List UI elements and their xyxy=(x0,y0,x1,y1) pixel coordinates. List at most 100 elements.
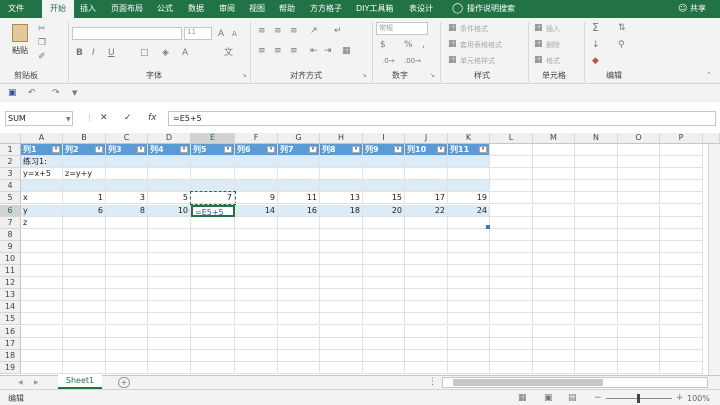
menu-data[interactable]: 数据 xyxy=(188,0,204,18)
insert-function-button[interactable]: fx xyxy=(148,113,157,123)
cell-g10[interactable] xyxy=(278,252,320,265)
cell-p15[interactable] xyxy=(660,313,703,326)
cell-a6[interactable]: y xyxy=(21,204,63,217)
menu-home[interactable]: 开始 xyxy=(42,0,74,18)
cell-g14[interactable] xyxy=(278,301,320,314)
cell-o17[interactable] xyxy=(618,337,660,350)
cell-g13[interactable] xyxy=(278,289,320,302)
cell-e6[interactable]: =E5+5 xyxy=(191,204,235,217)
cancel-button[interactable]: ✕ xyxy=(100,113,108,123)
cell-h1[interactable]: 列8 ▾ xyxy=(320,144,363,157)
cell-l10[interactable] xyxy=(490,252,533,265)
cell-l7[interactable] xyxy=(490,216,533,229)
cell-g12[interactable] xyxy=(278,277,320,290)
cell-m15[interactable] xyxy=(533,313,575,326)
cell-l12[interactable] xyxy=(490,277,533,290)
format-as-table-icon[interactable]: ▦ xyxy=(448,39,457,49)
cell-i16[interactable] xyxy=(363,325,405,338)
menu-file[interactable]: 文件 xyxy=(8,0,24,18)
zoom-in-icon[interactable]: + xyxy=(676,393,684,403)
clear-icon[interactable]: ◆ xyxy=(592,56,599,66)
cell-a2[interactable]: 练习1: xyxy=(21,156,63,169)
cell-j5[interactable]: 17 xyxy=(405,192,448,205)
align-right-icon[interactable]: ≡ xyxy=(290,46,298,56)
filter-dropdown-icon[interactable]: ▾ xyxy=(437,146,445,153)
cell-l13[interactable] xyxy=(490,289,533,302)
filter-dropdown-icon[interactable]: ▾ xyxy=(394,146,402,153)
cell-k1[interactable]: 列11 ▾ xyxy=(448,144,490,157)
menu-ffgz[interactable]: 方方格子 xyxy=(310,0,342,18)
cell-p10[interactable] xyxy=(660,252,703,265)
undo-icon[interactable]: ↶ xyxy=(28,88,36,98)
cell-g6[interactable]: 16 xyxy=(278,204,320,217)
cell-b7[interactable] xyxy=(63,216,106,229)
cell-j12[interactable] xyxy=(405,277,448,290)
cell-o12[interactable] xyxy=(618,277,660,290)
cell-d6[interactable]: 10 xyxy=(148,204,191,217)
cell-b18[interactable] xyxy=(63,349,106,362)
cell-p12[interactable] xyxy=(660,277,703,290)
cell-p2[interactable] xyxy=(660,156,703,169)
horizontal-scrollbar[interactable] xyxy=(442,377,708,388)
cell-d15[interactable] xyxy=(148,313,191,326)
cell-h7[interactable] xyxy=(320,216,363,229)
wrap-text-icon[interactable]: ↵ xyxy=(334,26,342,36)
cell-g19[interactable] xyxy=(278,361,320,374)
filter-dropdown-icon[interactable]: ▾ xyxy=(95,146,103,153)
cell-j10[interactable] xyxy=(405,252,448,265)
percent-button[interactable]: % xyxy=(404,40,413,50)
cell-p1[interactable] xyxy=(660,144,703,157)
font-color-icon[interactable]: A xyxy=(182,48,188,58)
row-header-12[interactable]: 12 xyxy=(0,277,21,290)
row-header-16[interactable]: 16 xyxy=(0,325,21,338)
cell-j15[interactable] xyxy=(405,313,448,326)
cell-c6[interactable]: 8 xyxy=(106,204,148,217)
cell-g5[interactable]: 11 xyxy=(278,192,320,205)
insert-cells-icon[interactable]: ▦ xyxy=(534,23,543,33)
cell-o13[interactable] xyxy=(618,289,660,302)
cell-n17[interactable] xyxy=(575,337,618,350)
cell-m2[interactable] xyxy=(533,156,575,169)
cell-b9[interactable] xyxy=(63,240,106,253)
cell-e12[interactable] xyxy=(191,277,235,290)
cell-e2[interactable] xyxy=(191,156,235,169)
cell-e4[interactable] xyxy=(191,180,235,193)
cell-c2[interactable] xyxy=(106,156,148,169)
cell-f12[interactable] xyxy=(235,277,278,290)
cell-a3[interactable]: y=x+5 xyxy=(21,168,63,181)
cell-p18[interactable] xyxy=(660,349,703,362)
cell-m16[interactable] xyxy=(533,325,575,338)
share-button[interactable]: 共享 xyxy=(690,0,706,18)
cell-l17[interactable] xyxy=(490,337,533,350)
cell-m9[interactable] xyxy=(533,240,575,253)
font-shrink-icon[interactable]: A xyxy=(232,29,237,39)
cell-i19[interactable] xyxy=(363,361,405,374)
cell-g9[interactable] xyxy=(278,240,320,253)
cell-l8[interactable] xyxy=(490,228,533,241)
row-header-4[interactable]: 4 xyxy=(0,180,21,193)
cell-e9[interactable] xyxy=(191,240,235,253)
cell-d12[interactable] xyxy=(148,277,191,290)
cell-m3[interactable] xyxy=(533,168,575,181)
cell-i9[interactable] xyxy=(363,240,405,253)
cell-a5[interactable]: x xyxy=(21,192,63,205)
row-header-10[interactable]: 10 xyxy=(0,252,21,265)
menu-review[interactable]: 审阅 xyxy=(219,0,235,18)
cell-i10[interactable] xyxy=(363,252,405,265)
cell-b12[interactable] xyxy=(63,277,106,290)
cell-b2[interactable] xyxy=(63,156,106,169)
menu-diy[interactable]: DIY工具箱 xyxy=(356,0,393,18)
cell-h3[interactable] xyxy=(320,168,363,181)
cell-f15[interactable] xyxy=(235,313,278,326)
currency-button[interactable]: $ xyxy=(380,40,386,50)
cell-n19[interactable] xyxy=(575,361,618,374)
col-header-l[interactable]: L xyxy=(490,133,533,144)
row-header-11[interactable]: 11 xyxy=(0,265,21,278)
cell-e19[interactable] xyxy=(191,361,235,374)
fill-icon[interactable]: ↓ xyxy=(592,40,600,50)
cell-e14[interactable] xyxy=(191,301,235,314)
cell-d8[interactable] xyxy=(148,228,191,241)
cell-f17[interactable] xyxy=(235,337,278,350)
name-box-dropdown-icon[interactable]: ▼ xyxy=(66,115,71,125)
cell-c4[interactable] xyxy=(106,180,148,193)
